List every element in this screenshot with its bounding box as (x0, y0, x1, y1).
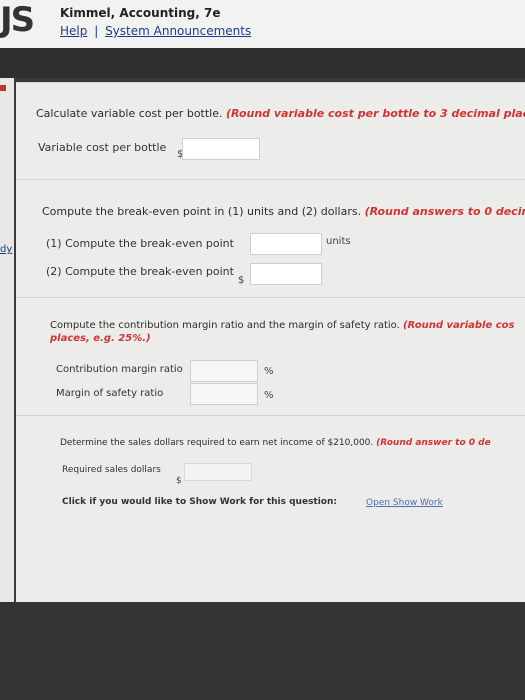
section-divider (16, 297, 525, 298)
section4-prompt: Determine the sales dollars required to … (60, 438, 491, 448)
sidebar-link[interactable]: dy (0, 244, 12, 255)
section2-prompt-text: Compute the break-even point in (1) unit… (42, 205, 362, 218)
section3-prompt: Compute the contribution margin ratio an… (50, 320, 514, 331)
header-links: Help | System Announcements (60, 24, 251, 38)
contribution-margin-input[interactable] (190, 360, 258, 382)
section3-note: (Round variable cos (402, 320, 515, 331)
question-panel: Calculate variable cost per bottle. (Rou… (16, 82, 525, 603)
required-sales-input[interactable] (184, 463, 252, 481)
section4-note: (Round answer to 0 de (376, 438, 491, 448)
margin-of-safety-input[interactable] (190, 383, 258, 405)
section-divider (16, 415, 525, 416)
required-sales-label: Required sales dollars (62, 465, 161, 475)
book-title: Kimmel, Accounting, 7e (60, 6, 221, 20)
sidebar-marker (0, 85, 6, 91)
breakeven-dollars-currency: $ (238, 275, 245, 286)
contribution-margin-label: Contribution margin ratio (56, 364, 183, 375)
section1-prompt-text: Calculate variable cost per bottle. (36, 107, 223, 120)
breakeven-dollars-label: (2) Compute the break-even point (46, 265, 234, 278)
section1-note: (Round variable cost per bottle to 3 dec… (226, 107, 525, 120)
open-show-work-link[interactable]: Open Show Work (366, 498, 443, 508)
section4-prompt-text: Determine the sales dollars required to … (60, 438, 374, 448)
variable-cost-input[interactable] (182, 138, 260, 160)
breakeven-units-label: (1) Compute the break-even point (46, 237, 234, 250)
section2-note: (Round answers to 0 decim (364, 205, 525, 218)
help-link[interactable]: Help (60, 24, 87, 38)
left-sidebar (0, 78, 14, 638)
system-announcements-link[interactable]: System Announcements (105, 24, 251, 38)
section-divider (16, 179, 525, 180)
required-sales-currency: $ (176, 476, 182, 486)
show-work-prompt: Click if you would like to Show Work for… (62, 497, 337, 507)
link-separator: | (94, 24, 99, 38)
breakeven-units-unit: units (326, 236, 351, 247)
contribution-margin-unit: % (264, 366, 274, 377)
section3-note-continued: places, e.g. 25%.) (50, 333, 151, 344)
section3-prompt-text: Compute the contribution margin ratio an… (50, 320, 400, 331)
margin-of-safety-unit: % (264, 390, 274, 401)
dark-band (0, 48, 525, 78)
page-footer-area (0, 602, 525, 700)
section3-note-line2: places, e.g. 25%.) (50, 333, 151, 344)
app-header: JS Kimmel, Accounting, 7e Help | System … (0, 0, 525, 48)
breakeven-units-input[interactable] (250, 233, 322, 255)
section2-prompt: Compute the break-even point in (1) unit… (42, 205, 525, 218)
breakeven-dollars-input[interactable] (250, 263, 322, 285)
product-logo: JS (0, 0, 35, 40)
variable-cost-label: Variable cost per bottle (38, 141, 167, 154)
margin-of-safety-label: Margin of safety ratio (56, 388, 164, 399)
section1-prompt: Calculate variable cost per bottle. (Rou… (36, 107, 525, 120)
